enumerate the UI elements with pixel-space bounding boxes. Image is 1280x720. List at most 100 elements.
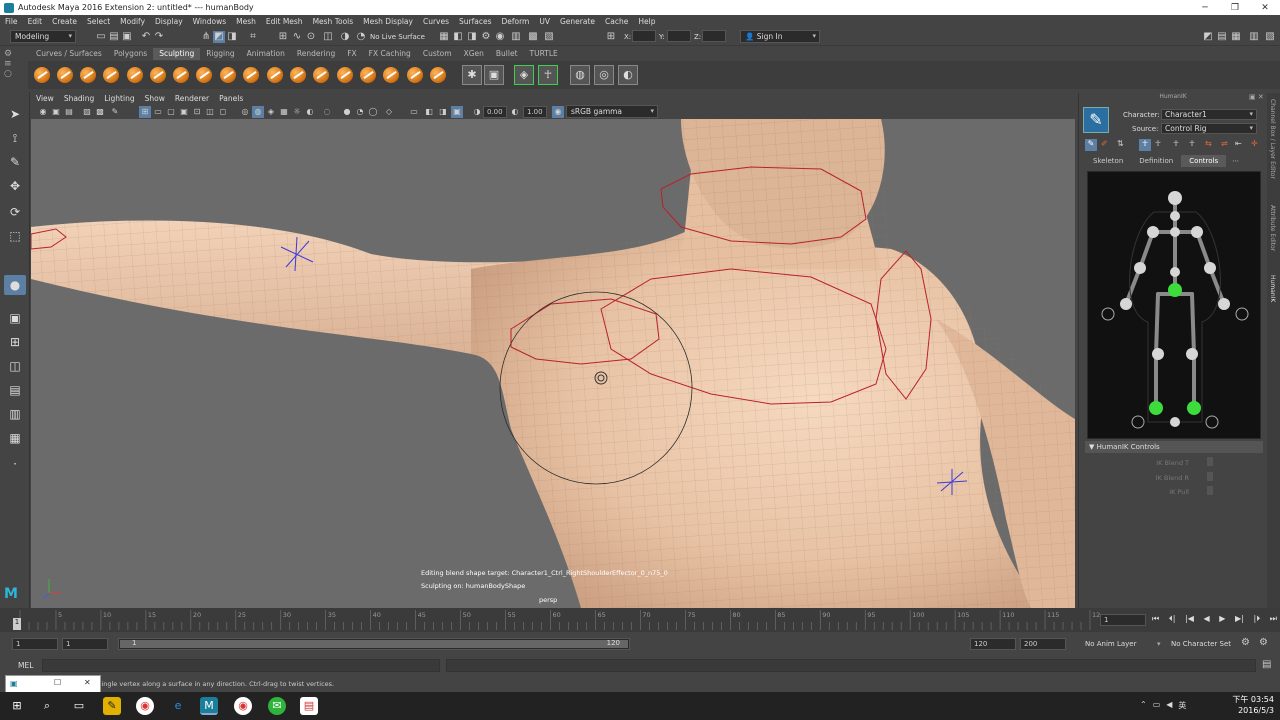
rotate-tool-icon[interactable]: ⟳ <box>4 202 26 222</box>
bookmark-icon[interactable]: ▤ <box>63 106 75 118</box>
motion-blur-icon[interactable]: ◔ <box>354 106 366 118</box>
menu-surfaces[interactable]: Surfaces <box>454 17 496 26</box>
play-forwards-icon[interactable]: ▶ <box>1219 614 1225 626</box>
step-back-frame-icon[interactable]: |◀ <box>1185 614 1194 626</box>
snap-grid-icon[interactable]: ⊞ <box>277 31 289 43</box>
close-icon[interactable]: ✕ <box>1250 0 1280 15</box>
grab-tool-icon[interactable] <box>103 67 119 83</box>
ik-pull-slider[interactable] <box>1207 486 1213 495</box>
repeat-tool-icon[interactable] <box>220 67 236 83</box>
current-time-marker[interactable]: 1 <box>13 618 21 630</box>
toggle-tool-settings-icon[interactable]: ▦ <box>1230 31 1242 43</box>
shelf-tab-xgen[interactable]: XGen <box>458 48 490 60</box>
anti-aliasing-icon[interactable]: ◯ <box>367 106 379 118</box>
go-to-start-icon[interactable]: ⏮ <box>1152 614 1159 626</box>
mesh-tool-1-icon[interactable]: ◍ <box>570 65 590 85</box>
float-maximize-icon[interactable]: ☐ <box>54 678 61 687</box>
hypershade-layout-icon[interactable]: ▦ <box>4 428 26 448</box>
live-surface-icon[interactable]: ◔ <box>355 31 367 43</box>
z-input[interactable] <box>702 30 726 42</box>
viewport-menu-show[interactable]: Show <box>140 93 170 105</box>
shelf-tab-fx-caching[interactable]: FX Caching <box>363 48 417 60</box>
safe-title-icon[interactable]: ◻ <box>217 106 229 118</box>
windows-start-icon[interactable]: ⊞ <box>8 697 26 715</box>
animation-end-field[interactable]: 200 <box>1020 638 1066 650</box>
menu-help[interactable]: Help <box>633 17 660 26</box>
2d-pan-zoom-icon[interactable]: ▩ <box>94 106 106 118</box>
foamy-tool-icon[interactable] <box>173 67 189 83</box>
y-input[interactable] <box>667 30 691 42</box>
character-set-dropdown[interactable]: No Character Set <box>1171 640 1231 648</box>
lights-icon[interactable]: ☼ <box>291 106 303 118</box>
sculpt-tool-icon[interactable] <box>34 67 50 83</box>
task-view-icon[interactable]: ▭ <box>70 697 88 715</box>
time-slider[interactable]: 5 10 15 20 25 30 35 40 45 50 55 60 65 70 75 80 85 90 95 100… <box>0 608 1280 632</box>
humanik-figure-icon[interactable]: ☥ <box>538 65 558 85</box>
search-icon[interactable]: ⌕ <box>38 697 56 715</box>
menu-windows[interactable]: Windows <box>188 17 231 26</box>
shelf-tab-bullet[interactable]: Bullet <box>490 48 524 60</box>
menu-mesh-tools[interactable]: Mesh Tools <box>308 17 359 26</box>
tray-network-icon[interactable]: ▭ <box>1153 700 1161 711</box>
scale-tool-icon[interactable]: ⬚ <box>4 226 26 246</box>
source-dropdown[interactable]: Control Rig ▾ <box>1161 123 1257 134</box>
ambient-occlusion-icon[interactable]: ● <box>341 106 353 118</box>
render-view-icon[interactable]: ▥ <box>510 31 522 43</box>
xray-components-icon[interactable]: ◨ <box>437 106 449 118</box>
color-management-icon[interactable]: ◉ <box>552 106 564 118</box>
tab-controls[interactable]: Controls <box>1181 155 1227 167</box>
safe-action-icon[interactable]: ◫ <box>204 106 216 118</box>
menu-uv[interactable]: UV <box>534 17 555 26</box>
edge-icon[interactable]: e <box>169 697 187 715</box>
current-frame-field[interactable]: 1 <box>1100 614 1146 626</box>
minimize-icon[interactable]: ─ <box>1190 0 1220 15</box>
render-settings-icon[interactable]: ⚙ <box>480 31 492 43</box>
snap-view-icon[interactable]: ◫ <box>322 31 334 43</box>
menu-create[interactable]: Create <box>47 17 82 26</box>
step-back-key-icon[interactable]: ⏴| <box>1169 614 1176 626</box>
shelf-tab-fx[interactable]: FX <box>341 48 362 60</box>
new-scene-icon[interactable]: ▭ <box>95 31 107 43</box>
toggle-channel-box-icon[interactable]: ▥ <box>1248 31 1260 43</box>
ik-blend-t-slider[interactable] <box>1207 457 1213 466</box>
shelf-tab-custom[interactable]: Custom <box>417 48 458 60</box>
step-forward-key-icon[interactable]: |⏵ <box>1254 614 1261 626</box>
shelf-tab-sculpting[interactable]: Sculpting <box>153 48 201 60</box>
shadows-icon[interactable]: ◐ <box>304 106 316 118</box>
four-view-icon[interactable]: ⊞ <box>4 332 26 352</box>
panel-float-icon[interactable]: ▣ ✕ <box>1249 93 1264 101</box>
field-chart-icon[interactable]: ⊡ <box>191 106 203 118</box>
persp-graph-icon[interactable]: ▥ <box>4 404 26 424</box>
character-dropdown[interactable]: Character1 ▾ <box>1161 109 1257 120</box>
humanik-character-map[interactable] <box>1087 171 1261 439</box>
mask-icon[interactable]: ⌗ <box>247 31 259 43</box>
wax-tool-icon[interactable] <box>267 67 283 83</box>
preferences-icon[interactable]: ⚙ <box>1259 637 1268 648</box>
textured-icon[interactable]: ▦ <box>278 106 290 118</box>
exposure-field[interactable]: 0.00 <box>483 106 507 118</box>
viewport-menu-shading[interactable]: Shading <box>59 93 99 105</box>
tray-speaker-icon[interactable]: ◀ <box>1166 700 1172 711</box>
construction-history-icon[interactable]: ▦ <box>438 31 450 43</box>
menu-modify[interactable]: Modify <box>115 17 150 26</box>
gamma-field[interactable]: 1.00 <box>523 106 547 118</box>
body-part-icon[interactable]: ☥ <box>1155 139 1161 148</box>
shelf-tab-polygons[interactable]: Polygons <box>108 48 153 60</box>
menu-file[interactable]: File <box>0 17 23 26</box>
chrome-2-icon[interactable]: ◉ <box>234 697 252 715</box>
tab-attribute-editor[interactable]: Attribute Editor <box>1269 205 1276 251</box>
relax-tool-icon[interactable] <box>80 67 96 83</box>
key-icon[interactable]: ⇆ <box>1205 139 1212 148</box>
selection-icon[interactable]: ☥ <box>1173 139 1179 148</box>
save-scene-icon[interactable]: ▣ <box>121 31 133 43</box>
convert-freeze-icon[interactable]: ✱ <box>462 65 482 85</box>
script-editor-icon[interactable]: ▤ <box>1262 659 1271 670</box>
line-app-icon[interactable]: ✉ <box>268 697 286 715</box>
wireframe-on-shaded-icon[interactable]: ◈ <box>265 106 277 118</box>
command-input[interactable] <box>42 659 440 672</box>
snap-curve-icon[interactable]: ∿ <box>291 31 303 43</box>
smooth-tool-icon[interactable] <box>57 67 73 83</box>
menu-mesh[interactable]: Mesh <box>231 17 261 26</box>
anim-layer-dropdown[interactable]: No Anim Layer <box>1085 640 1136 648</box>
edit-controls-icon[interactable]: ✎ <box>1085 139 1097 151</box>
